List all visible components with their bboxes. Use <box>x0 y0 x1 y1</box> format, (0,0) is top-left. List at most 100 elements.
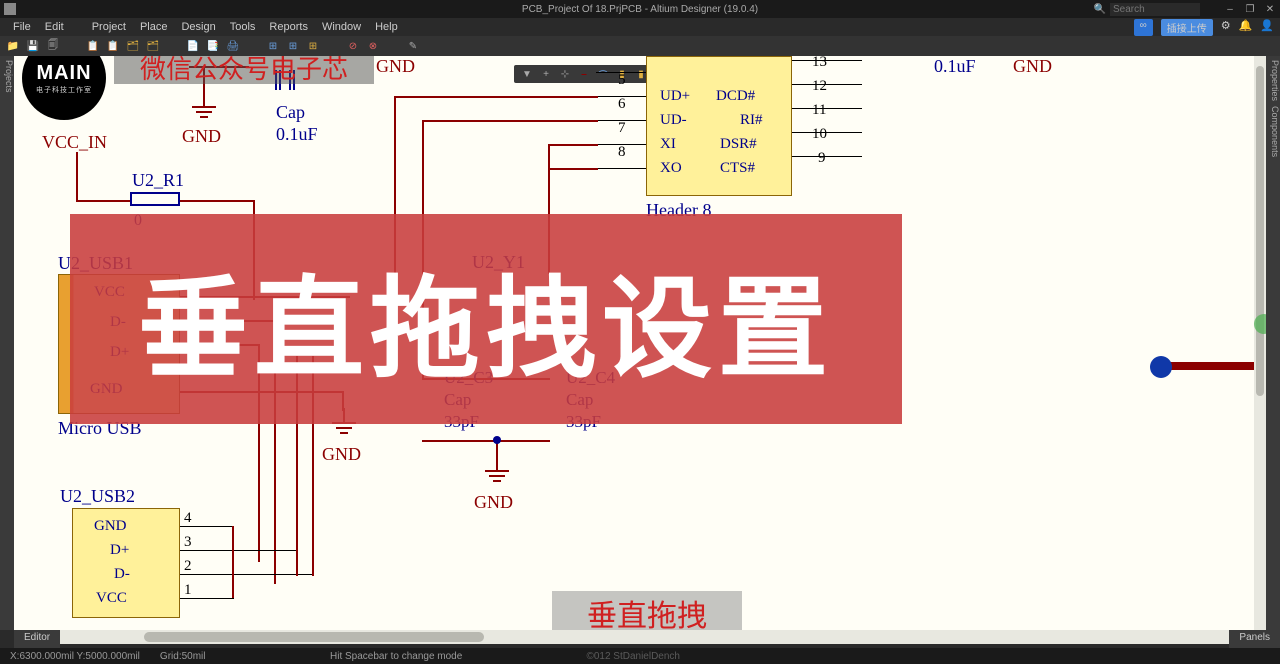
ft-move-icon[interactable]: ⊹ <box>558 67 572 81</box>
pin-line <box>792 84 862 85</box>
wire <box>548 168 598 170</box>
search-input[interactable] <box>1110 3 1200 16</box>
gnd-label: GND <box>182 126 221 147</box>
hdr-11: 11 <box>812 102 826 119</box>
wire <box>232 526 234 598</box>
tb-doc1-icon[interactable]: 📄 <box>186 39 200 53</box>
usb2-pin-dm: D- <box>114 566 130 583</box>
maximize-button[interactable]: ❐ <box>1240 4 1260 15</box>
pin-line <box>180 598 234 599</box>
hscrollbar[interactable] <box>14 630 1254 644</box>
menu-edit[interactable]: Edit <box>38 21 71 33</box>
status-hint: Hit Spacebar to change mode <box>330 651 462 662</box>
tb-save-icon[interactable]: 💾 <box>26 39 40 53</box>
tb-pencil-icon[interactable]: ✎ <box>406 39 420 53</box>
main-toolbar: 📁 💾 🗐 📋 📋 🗂 🗂 📄 📑 🖨 ⊞ ⊞ ⊞ ⊘ ⊗ ✎ <box>0 36 1280 56</box>
ic-dcd: DCD# <box>716 88 755 105</box>
brand-logo: MAIN 电子科技工作室 <box>22 56 106 120</box>
app-icon <box>4 3 16 15</box>
ic-dsr: DSR# <box>720 136 757 153</box>
cursor-handle[interactable] <box>1150 356 1172 378</box>
menu-design[interactable]: Design <box>174 21 222 33</box>
usb2-pin-dp: D+ <box>110 542 129 559</box>
tb-sep5 <box>386 39 400 53</box>
ic-pin6: 6 <box>618 96 626 113</box>
panels-tab[interactable]: Panels <box>1229 630 1280 648</box>
right-dock-panel[interactable]: Properties Components <box>1266 56 1280 630</box>
tb-file1-icon[interactable]: 🗂 <box>126 39 140 53</box>
tb-copy-icon[interactable]: 🗐 <box>46 39 60 53</box>
vcc-in-label: VCC_IN <box>42 132 107 153</box>
pin-line <box>792 156 862 157</box>
tb-open-icon[interactable]: 📁 <box>6 39 20 53</box>
gnd-label: GND <box>322 444 361 465</box>
pin-line <box>180 526 234 527</box>
ic-xi: XI <box>660 136 676 153</box>
ic-xo: XO <box>660 160 682 177</box>
junction <box>493 436 501 444</box>
tb-sep4 <box>326 39 340 53</box>
overlay-small: 垂直拖拽 <box>552 591 742 630</box>
wire <box>76 152 78 202</box>
bell-icon[interactable]: 🔔 <box>1239 19 1253 36</box>
menu-window[interactable]: Window <box>315 21 368 33</box>
user-icon[interactable]: 👤 <box>1260 19 1274 36</box>
menu-project[interactable]: Project <box>85 21 133 33</box>
left-dock-panel[interactable]: Projects <box>0 56 14 630</box>
share-badge-icon[interactable]: ∞ <box>1134 19 1153 36</box>
status-brand: ©012 StDanielDench <box>586 651 680 662</box>
pin-line <box>792 132 862 133</box>
menu-help[interactable]: Help <box>368 21 405 33</box>
hscroll-thumb[interactable] <box>144 632 484 642</box>
ft-filter-icon[interactable]: ▼ <box>520 67 534 81</box>
overlay-banner: 垂直拖拽设置 <box>70 214 902 424</box>
tb-doc2-icon[interactable]: 📑 <box>206 39 220 53</box>
pin-line <box>792 60 862 61</box>
search-icon: 🔍 <box>1094 4 1106 15</box>
menu-place[interactable]: Place <box>133 21 175 33</box>
ft-wire-icon[interactable]: ⎯ <box>577 67 591 81</box>
cap-val: 0.1uF <box>934 56 976 77</box>
ic-udm: UD- <box>660 112 687 129</box>
settings-icon[interactable]: ⚙ <box>1221 19 1231 36</box>
tb-grid3-icon[interactable]: ⊞ <box>306 39 320 53</box>
tb-sep1 <box>66 39 80 53</box>
wire <box>394 96 598 98</box>
tb-grid1-icon[interactable]: ⊞ <box>266 39 280 53</box>
menu-file[interactable]: File <box>6 21 38 33</box>
cap-val: 0.1uF <box>276 124 318 145</box>
tb-sep3 <box>246 39 260 53</box>
tb-sep2 <box>166 39 180 53</box>
tb-clip2-icon[interactable]: 📋 <box>106 39 120 53</box>
usb2-n3: 3 <box>184 534 192 551</box>
editor-tab[interactable]: Editor <box>14 630 60 648</box>
schematic-canvas[interactable]: ▼ + ⊹ ⎯ ⌒ ▮ ▮ ⊞ ⎮ ⊡ ⊡ ⊡ ⊡ ⊡ GND GND Cap … <box>14 56 1266 630</box>
hdr-12: 12 <box>812 78 827 95</box>
vscroll-thumb[interactable] <box>1256 66 1264 396</box>
usb2-n1: 1 <box>184 582 192 599</box>
menu-tools[interactable]: Tools <box>223 21 263 33</box>
minimize-button[interactable]: ‒ <box>1220 4 1240 15</box>
window-title: PCB_Project Of 18.PrjPCB - Altium Design… <box>522 4 758 15</box>
usb2-pin-gnd: GND <box>94 518 127 535</box>
tb-file2-icon[interactable]: 🗂 <box>146 39 160 53</box>
ic-pin8: 8 <box>618 144 626 161</box>
tb-clip1-icon[interactable]: 📋 <box>86 39 100 53</box>
menu-reports[interactable]: Reports <box>262 21 315 33</box>
wire <box>76 200 130 202</box>
ft-plus-icon[interactable]: + <box>539 67 553 81</box>
pin-line <box>792 108 862 109</box>
close-button[interactable]: ✕ <box>1260 4 1280 15</box>
tb-cancel2-icon[interactable]: ⊗ <box>366 39 380 53</box>
vscrollbar[interactable] <box>1254 56 1266 630</box>
hdr-10: 10 <box>812 126 827 143</box>
share-cn-button[interactable]: 插接上传 <box>1161 19 1213 36</box>
usb2-ref: U2_USB2 <box>60 486 135 507</box>
gnd-label: GND <box>376 56 415 77</box>
tb-print-icon[interactable]: 🖨 <box>226 39 240 53</box>
tb-grid2-icon[interactable]: ⊞ <box>286 39 300 53</box>
wire <box>548 144 598 146</box>
ic-cts: CTS# <box>720 160 755 177</box>
tb-cancel1-icon[interactable]: ⊘ <box>346 39 360 53</box>
ft-arc-icon[interactable]: ⌒ <box>596 67 610 81</box>
